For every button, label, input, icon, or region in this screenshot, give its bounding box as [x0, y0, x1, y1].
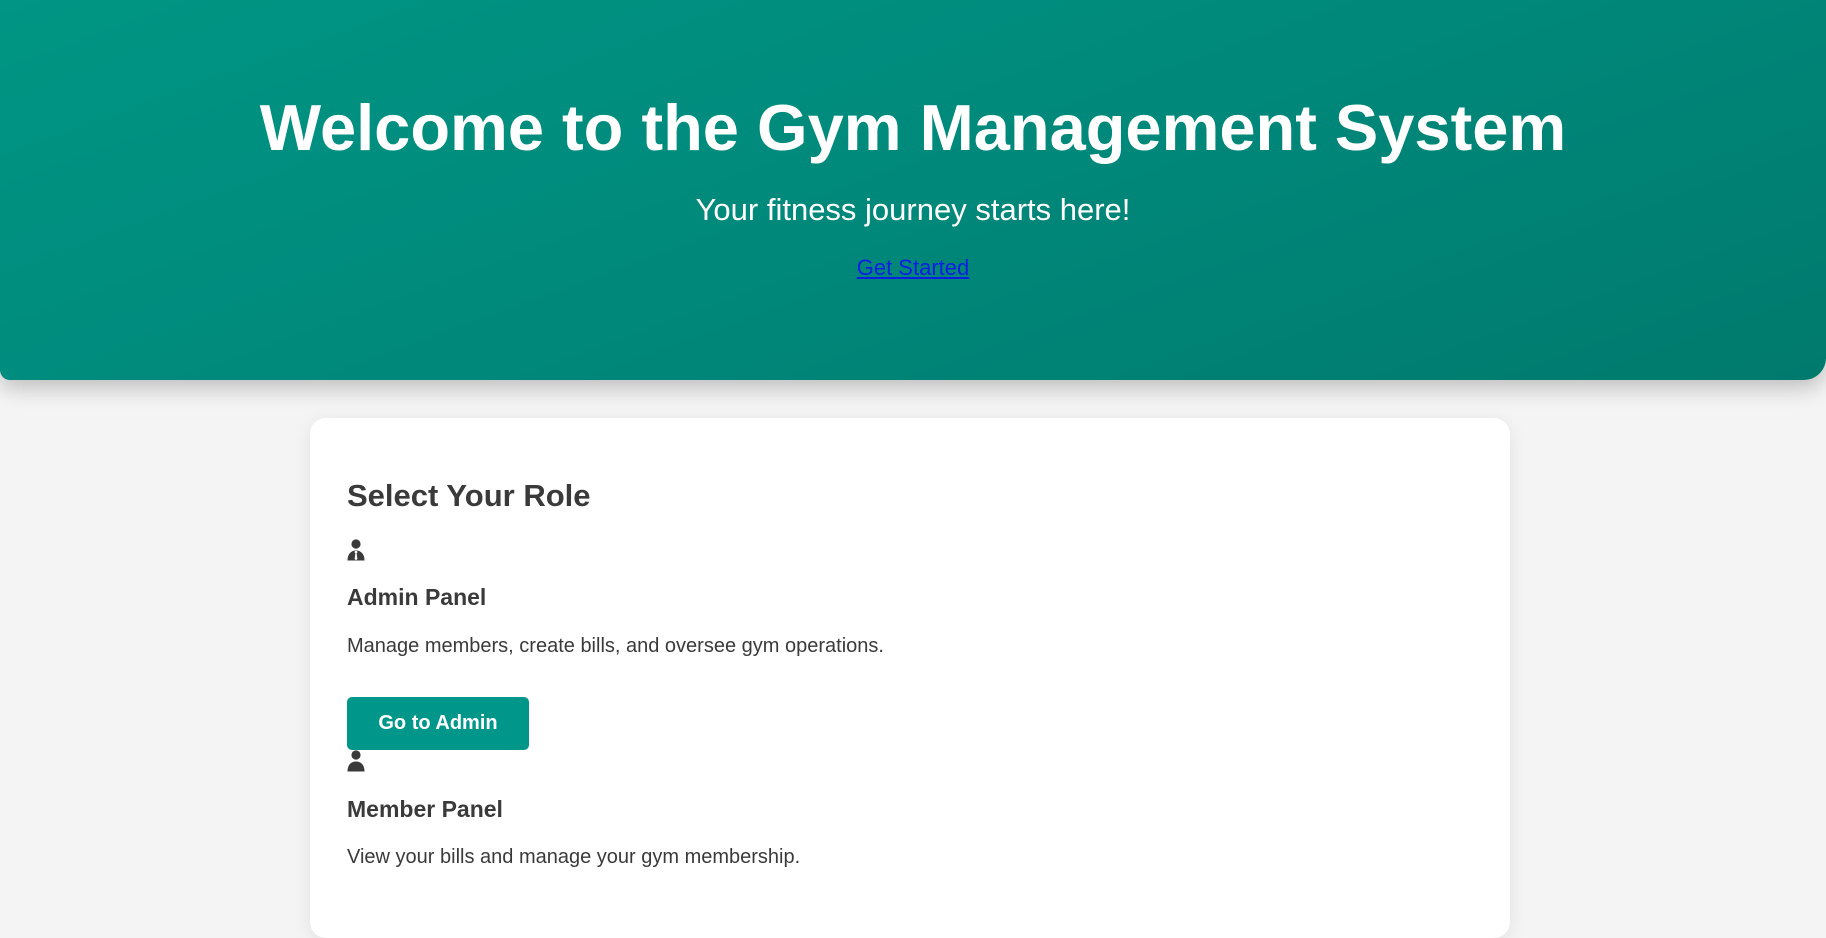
role-selection-card: Select Your Role Admin Panel Manage memb…: [310, 418, 1510, 938]
hero-banner: Welcome to the Gym Management System You…: [0, 0, 1826, 380]
page-title: Welcome to the Gym Management System: [259, 91, 1567, 164]
member-panel-title: Member Panel: [347, 796, 503, 822]
admin-user-tie-icon: [347, 539, 365, 561]
user-icon: [347, 750, 365, 772]
section-heading: Select Your Role: [347, 478, 591, 513]
get-started-link[interactable]: Get Started: [0, 255, 1826, 281]
admin-panel-title: Admin Panel: [347, 584, 487, 610]
admin-panel-description: Manage members, create bills, and overse…: [347, 635, 884, 657]
member-panel-description: View your bills and manage your gym memb…: [347, 846, 801, 868]
go-to-admin-button[interactable]: Go to Admin: [347, 697, 529, 750]
hero-subtitle: Your fitness journey starts here!: [695, 192, 1131, 227]
get-started-link-label[interactable]: Get Started: [857, 255, 970, 280]
